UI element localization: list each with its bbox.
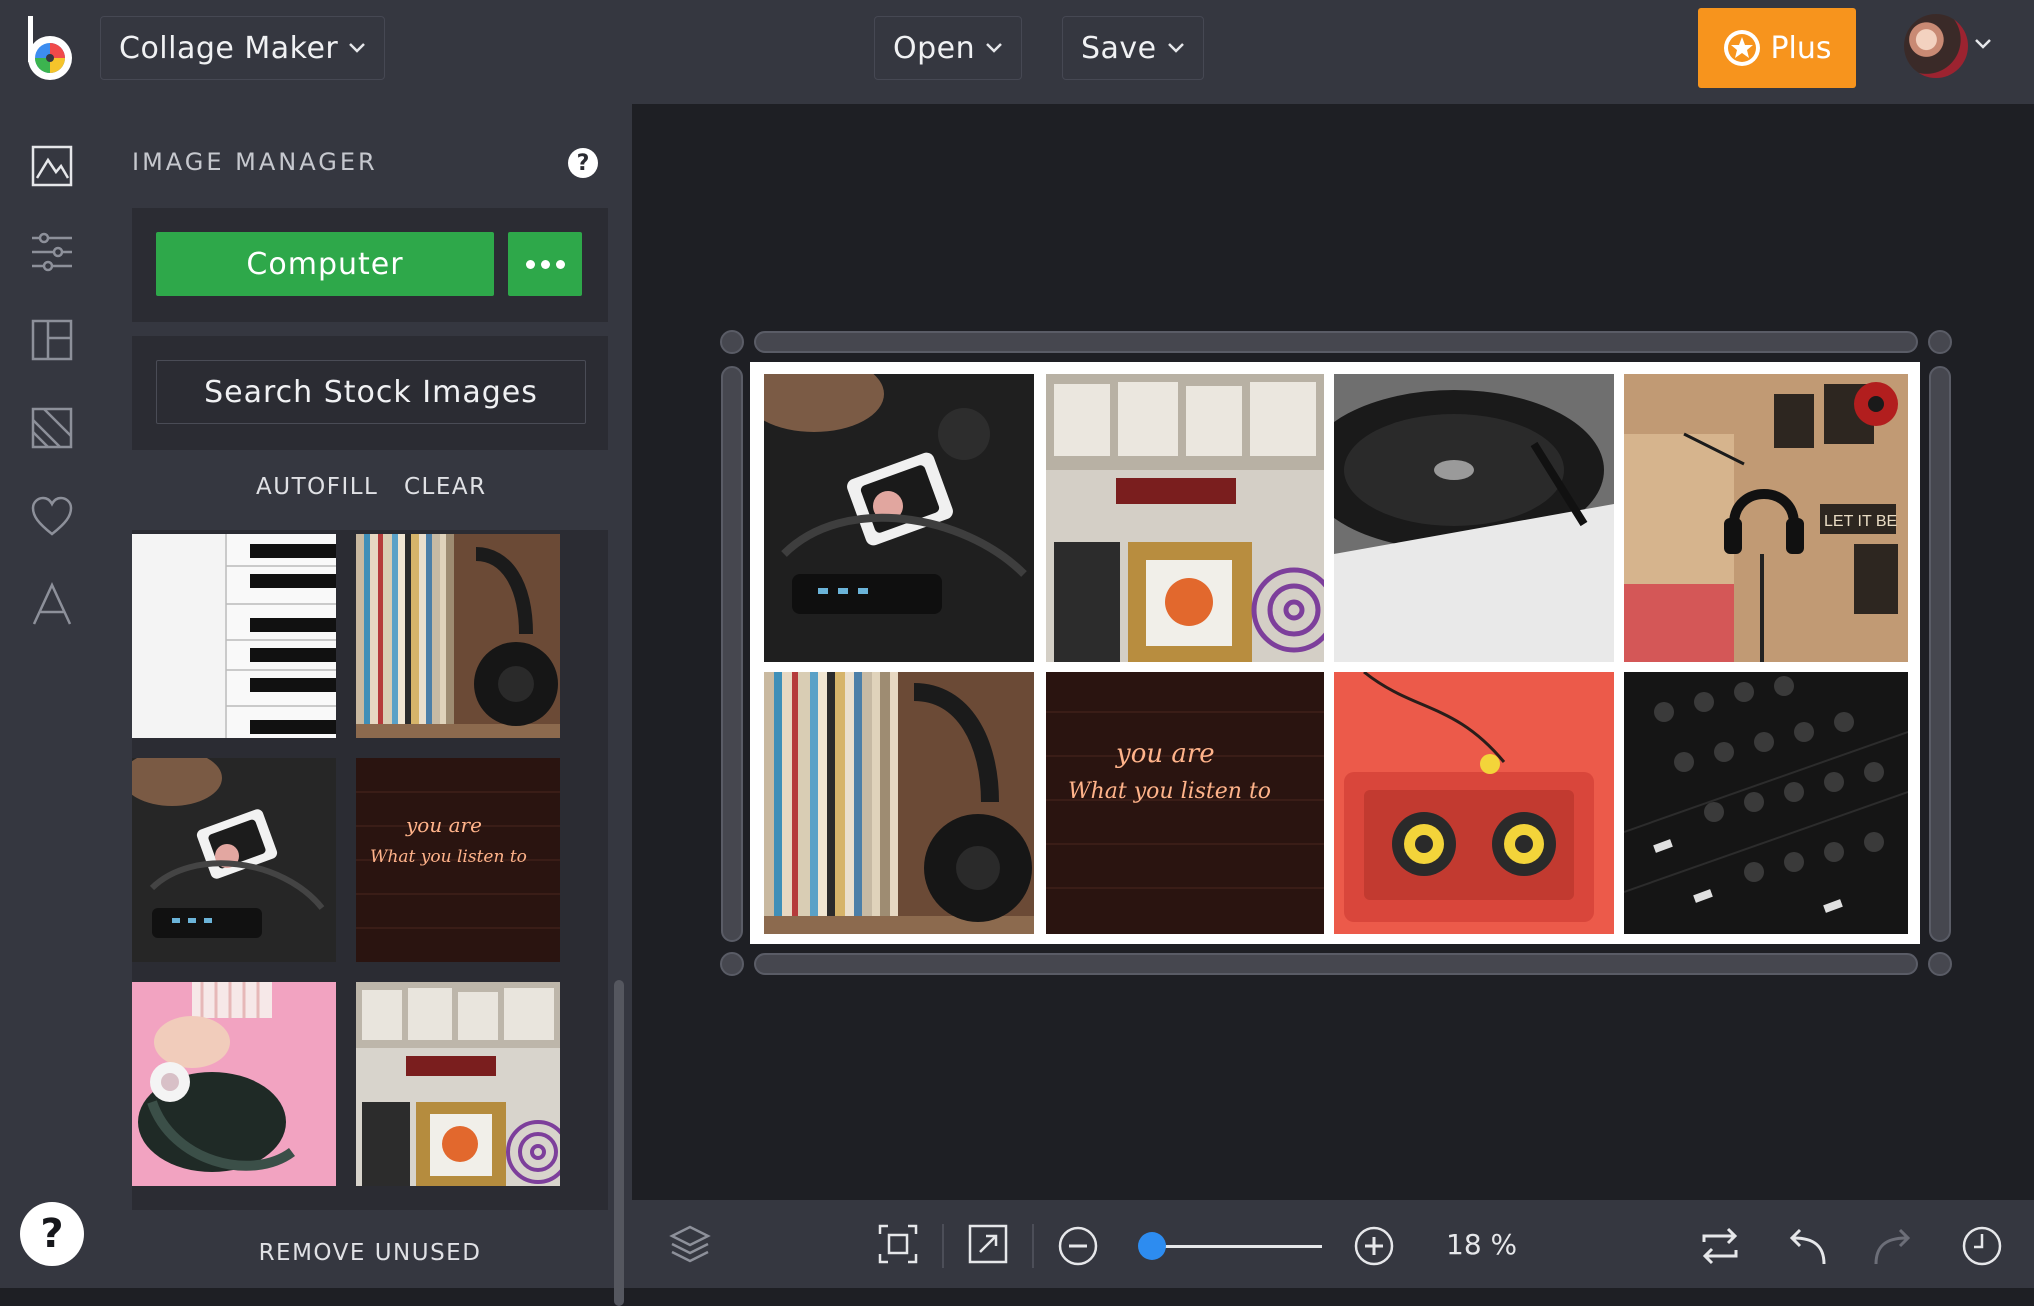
zoom-slider-track[interactable] — [1154, 1245, 1322, 1248]
layers-icon[interactable] — [668, 1222, 712, 1266]
thumbnail-neon-line2: What you listen to — [370, 847, 527, 867]
collage-cell-mixer[interactable] — [1624, 672, 1908, 934]
chevron-down-icon — [986, 43, 1003, 53]
corner-handle-top-right[interactable] — [1928, 330, 1952, 354]
layout-icon[interactable] — [30, 318, 74, 362]
poster-let-it-be: LET IT BE — [1824, 513, 1897, 530]
save-dropdown[interactable]: Save — [1062, 16, 1204, 80]
thumbnail-record-bins[interactable] — [356, 982, 560, 1186]
app-mode-label: Collage Maker — [119, 30, 339, 66]
sliders-icon[interactable] — [30, 230, 74, 274]
resize-handle-top[interactable] — [754, 331, 1918, 353]
image-icon[interactable] — [30, 144, 74, 188]
resize-handle-left[interactable] — [721, 366, 743, 942]
more-dot-icon — [555, 259, 565, 269]
resize-handle-bottom[interactable] — [754, 953, 1918, 975]
text-icon[interactable] — [30, 582, 74, 626]
collage-cell-neon-sign[interactable]: you are What you listen to — [1046, 672, 1324, 934]
open-dropdown[interactable]: Open — [874, 16, 1023, 80]
search-stock-images-button[interactable]: Search Stock Images — [156, 360, 586, 424]
zoom-slider-handle[interactable] — [1138, 1232, 1166, 1260]
plus-upgrade-button[interactable]: Plus — [1698, 8, 1856, 88]
panel-help-button[interactable]: ? — [568, 148, 598, 178]
thumbnail-piano-keys[interactable] — [132, 534, 336, 738]
star-badge-icon — [1724, 30, 1761, 66]
befunky-logo[interactable] — [24, 14, 82, 84]
search-stock-images-label: Search Stock Images — [204, 374, 538, 410]
open-label: Open — [893, 30, 976, 66]
thumbnail-neon-sign[interactable]: you are What you listen to — [356, 758, 560, 962]
computer-upload-button[interactable]: Computer — [156, 232, 494, 296]
swap-images-icon[interactable] — [1698, 1224, 1742, 1268]
chevron-down-icon — [349, 43, 366, 53]
collage-cell-studio-wall[interactable]: LET IT BE — [1624, 374, 1908, 662]
plus-label: Plus — [1770, 30, 1832, 66]
tool-rail — [0, 104, 108, 1288]
heart-icon[interactable] — [30, 494, 74, 538]
thumbnail-pink-portrait[interactable] — [132, 982, 336, 1186]
actual-size-icon[interactable] — [966, 1222, 1010, 1266]
chevron-down-icon[interactable] — [1974, 38, 1992, 50]
app-mode-dropdown[interactable]: Collage Maker — [100, 16, 386, 80]
panel-title: IMAGE MANAGER — [132, 148, 378, 176]
more-dot-icon — [540, 259, 550, 269]
computer-upload-label: Computer — [246, 246, 404, 282]
help-button-label: ? — [40, 1211, 64, 1257]
more-sources-button[interactable] — [508, 232, 582, 296]
corner-handle-top-left[interactable] — [720, 330, 744, 354]
collage-cell-record-spines[interactable] — [764, 672, 1034, 934]
chevron-down-icon — [1167, 43, 1184, 53]
zoom-out-icon[interactable] — [1056, 1224, 1100, 1268]
collage-neon-line1: you are — [1115, 739, 1215, 769]
top-bar: Collage Maker Open Save Plus — [0, 0, 2034, 104]
autofill-button[interactable]: AUTOFILL — [256, 474, 378, 500]
thumbnail-records-headphones[interactable] — [356, 534, 560, 738]
collage-canvas[interactable]: LET IT BE you are What you listen to — [750, 362, 1920, 944]
toolbar-divider — [942, 1224, 944, 1268]
collage-cell-cassette[interactable] — [1334, 672, 1614, 934]
thumbnail-headphones-desk[interactable] — [132, 758, 336, 962]
help-button[interactable]: ? — [20, 1202, 84, 1266]
collage-cell-headphones[interactable] — [764, 374, 1034, 662]
upload-source-box: Computer — [132, 208, 608, 322]
stock-search-box: Search Stock Images — [132, 336, 608, 450]
image-thumbnail-grid: you are What you listen to — [132, 530, 608, 1210]
clear-button[interactable]: CLEAR — [404, 474, 487, 500]
zoom-in-icon[interactable] — [1352, 1224, 1396, 1268]
undo-icon[interactable] — [1784, 1224, 1828, 1268]
collage-cell-turntable[interactable] — [1334, 374, 1614, 662]
corner-handle-bottom-right[interactable] — [1928, 952, 1952, 976]
history-icon[interactable] — [1960, 1224, 2004, 1268]
collage-cell-record-bins[interactable] — [1046, 374, 1324, 662]
redo-icon[interactable] — [1872, 1224, 1916, 1268]
corner-handle-bottom-left[interactable] — [720, 952, 744, 976]
save-label: Save — [1081, 30, 1157, 66]
collage-neon-line2: What you listen to — [1068, 779, 1271, 804]
more-dot-icon — [525, 259, 535, 269]
toolbar-divider — [1032, 1224, 1034, 1268]
image-manager-panel: IMAGE MANAGER ? Computer Search Stock Im… — [108, 104, 632, 1306]
user-avatar[interactable] — [1904, 14, 1968, 78]
background-icon[interactable] — [30, 406, 74, 450]
thumbnail-neon-line1: you are — [405, 813, 482, 837]
zoom-percentage: 18 % — [1446, 1228, 1518, 1261]
panel-help-label: ? — [576, 150, 590, 176]
remove-unused-button[interactable]: REMOVE UNUSED — [108, 1240, 632, 1266]
fit-to-screen-icon[interactable] — [876, 1222, 920, 1266]
resize-handle-right[interactable] — [1929, 366, 1951, 942]
